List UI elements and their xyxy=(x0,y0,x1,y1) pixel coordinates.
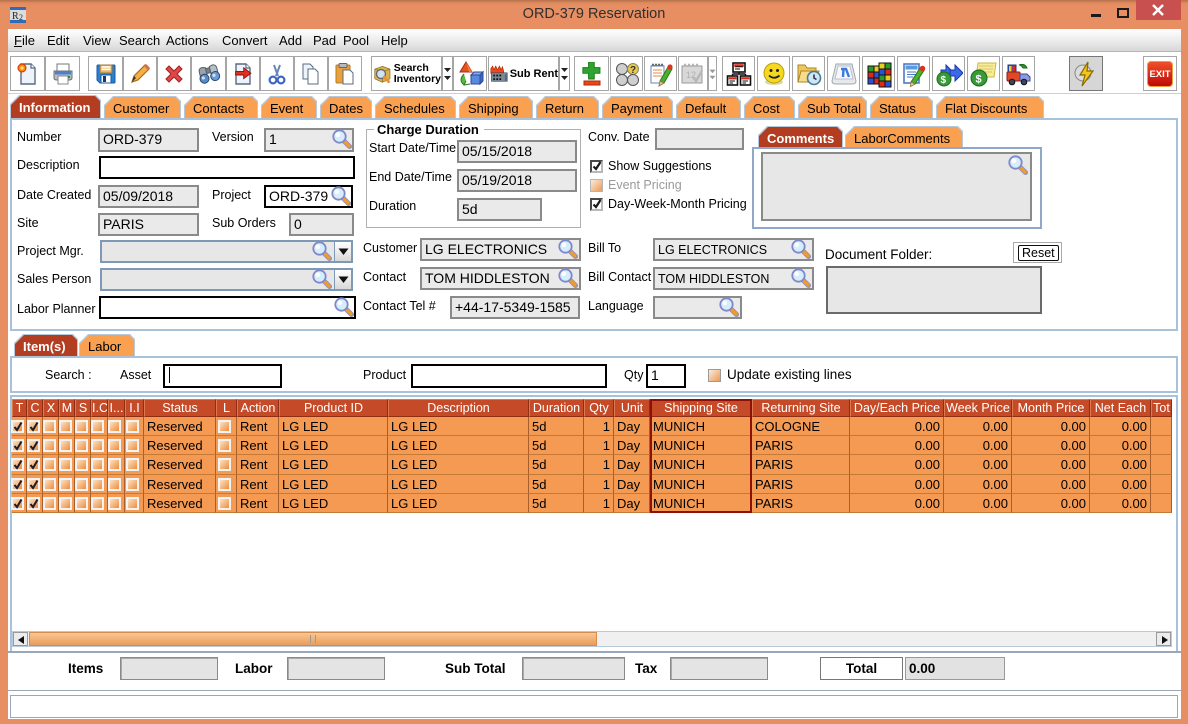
svg-text:$: $ xyxy=(940,75,946,86)
svg-text:$: $ xyxy=(975,73,981,85)
